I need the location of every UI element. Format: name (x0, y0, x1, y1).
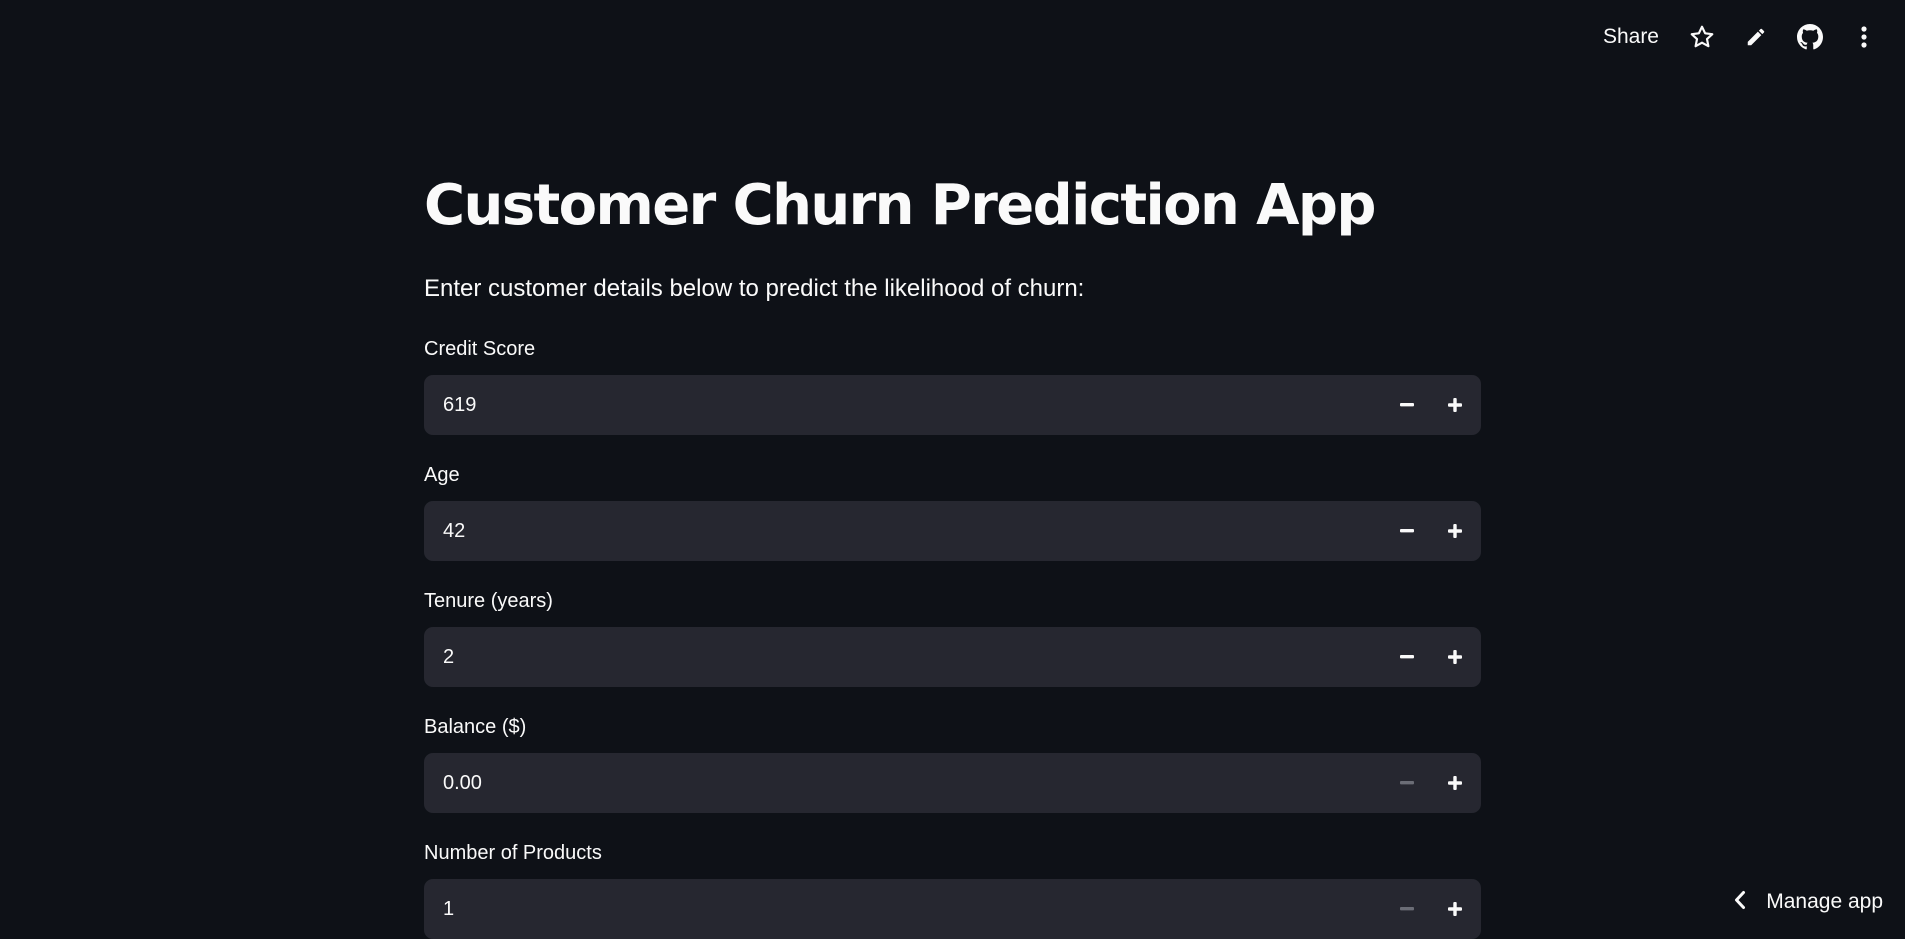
age-decrement-button[interactable] (1383, 501, 1431, 561)
credit-score-label: Credit Score (424, 336, 535, 362)
tenure-input-group (424, 627, 1481, 687)
age-label: Age (424, 462, 460, 488)
manage-app-button[interactable]: Manage app (1734, 882, 1883, 922)
balance-label: Balance ($) (424, 714, 526, 740)
star-icon[interactable] (1675, 16, 1729, 58)
age-input[interactable] (424, 501, 1383, 561)
tenure-label: Tenure (years) (424, 588, 553, 614)
manage-app-label: Manage app (1766, 890, 1883, 914)
number-of-products-input[interactable] (424, 879, 1383, 939)
balance-input[interactable] (424, 753, 1383, 813)
more-vertical-icon[interactable] (1837, 16, 1891, 58)
pencil-icon[interactable] (1729, 16, 1783, 58)
page-title: Customer Churn Prediction App (424, 164, 1375, 248)
credit-score-decrement-button[interactable] (1383, 375, 1431, 435)
balance-decrement-button[interactable] (1383, 753, 1431, 813)
balance-input-group (424, 753, 1481, 813)
number-of-products-input-group (424, 879, 1481, 939)
share-button[interactable]: Share (1587, 25, 1675, 49)
tenure-input[interactable] (424, 627, 1383, 687)
number-of-products-label: Number of Products (424, 840, 602, 866)
age-input-group (424, 501, 1481, 561)
credit-score-increment-button[interactable] (1431, 375, 1479, 435)
chevron-left-icon (1734, 890, 1746, 914)
number-of-products-increment-button[interactable] (1431, 879, 1479, 939)
app-toolbar: Share (1587, 16, 1891, 58)
number-of-products-decrement-button[interactable] (1383, 879, 1431, 939)
tenure-decrement-button[interactable] (1383, 627, 1431, 687)
age-increment-button[interactable] (1431, 501, 1479, 561)
balance-increment-button[interactable] (1431, 753, 1479, 813)
credit-score-input-group (424, 375, 1481, 435)
intro-text: Enter customer details below to predict … (424, 274, 1084, 304)
credit-score-input[interactable] (424, 375, 1383, 435)
github-icon[interactable] (1783, 16, 1837, 58)
tenure-increment-button[interactable] (1431, 627, 1479, 687)
